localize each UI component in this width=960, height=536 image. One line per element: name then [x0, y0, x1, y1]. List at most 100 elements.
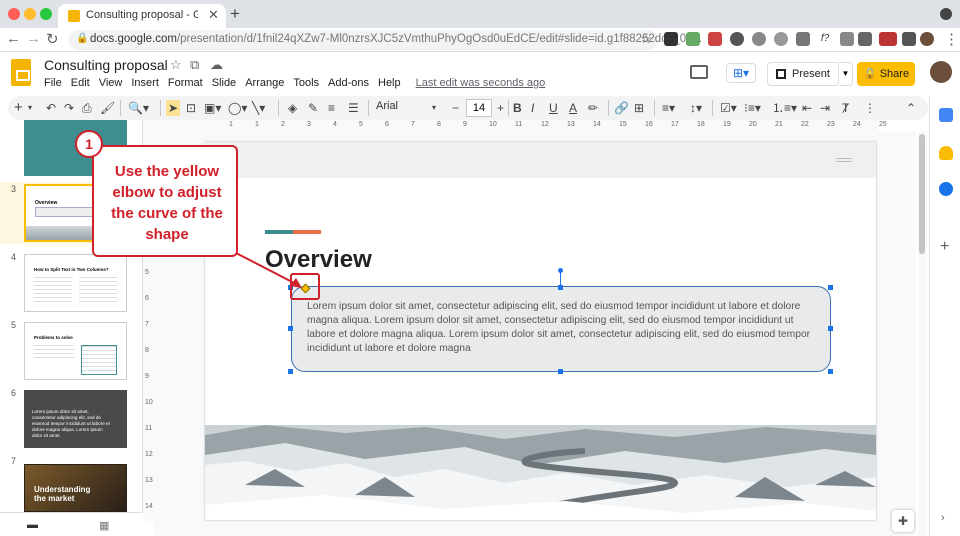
shape-icon[interactable]: ◯▾: [228, 100, 247, 116]
profile-avatar[interactable]: [920, 32, 934, 46]
document-title[interactable]: Consulting proposal: [44, 57, 168, 73]
forward-icon[interactable]: →: [26, 30, 41, 47]
scrollbar-thumb[interactable]: [919, 134, 925, 254]
checklist-icon[interactable]: ☑▾: [720, 100, 737, 116]
menu-tools[interactable]: Tools: [293, 77, 319, 93]
slide-thumbnail-7[interactable]: Understanding the market: [24, 464, 127, 512]
numbered-list-icon[interactable]: ⒈≡▾: [772, 100, 797, 116]
zoom-icon[interactable]: 🔍▾: [128, 100, 149, 116]
extension-icon[interactable]: [879, 32, 897, 46]
formula-extension-icon[interactable]: f?: [818, 32, 832, 46]
collapse-toolbar-icon[interactable]: ⌃: [906, 100, 916, 116]
last-edit-link[interactable]: Last edit was seconds ago: [416, 77, 546, 93]
close-tab-icon[interactable]: ✕: [208, 7, 219, 23]
menu-file[interactable]: File: [44, 77, 62, 93]
menu-help[interactable]: Help: [378, 77, 401, 93]
image-icon[interactable]: ▣▾: [204, 100, 221, 116]
decrease-indent-icon[interactable]: ⇤: [802, 100, 812, 116]
paint-format-icon[interactable]: 🖌: [100, 100, 115, 116]
bold-button[interactable]: B: [513, 100, 522, 116]
back-icon[interactable]: ←: [6, 30, 21, 47]
resize-handle-bottom-left[interactable]: [288, 369, 293, 374]
snowy-road-image[interactable]: [205, 425, 876, 520]
extension-icon[interactable]: [774, 32, 788, 46]
extension-icon[interactable]: [664, 32, 678, 46]
add-ons-plus-icon[interactable]: +: [940, 238, 949, 256]
select-cursor-icon[interactable]: ➤: [166, 100, 181, 116]
fill-color-icon[interactable]: ◈: [288, 100, 297, 116]
slide-thumbnail-6[interactable]: Lorem ipsum dolor sit amet, consectetur …: [24, 390, 127, 448]
comment-icon[interactable]: ⊞: [634, 100, 644, 116]
menu-addons[interactable]: Add-ons: [328, 77, 369, 93]
present-dropdown-icon[interactable]: ▼: [839, 62, 853, 86]
text-color-button[interactable]: A: [569, 100, 577, 116]
extension-icon[interactable]: [686, 32, 700, 46]
rotation-handle[interactable]: [558, 268, 563, 273]
side-panel-expand-icon[interactable]: ›: [941, 512, 945, 524]
new-slide-dropdown-icon[interactable]: ▾: [28, 100, 32, 116]
filmstrip-view-icon[interactable]: ▬: [27, 519, 38, 531]
extension-icon[interactable]: [752, 32, 766, 46]
share-button[interactable]: 🔒 Share: [857, 62, 915, 86]
extensions-puzzle-icon[interactable]: [902, 32, 916, 46]
shape-body-text[interactable]: Lorem ipsum dolor sit amet, consectetur …: [307, 300, 819, 356]
font-dropdown-icon[interactable]: ▾: [432, 100, 436, 116]
tab-search-icon[interactable]: [940, 8, 952, 20]
link-icon[interactable]: 🔗: [614, 100, 629, 116]
bulleted-list-icon[interactable]: ⁝≡▾: [744, 100, 761, 116]
print-icon[interactable]: ⎙: [82, 100, 92, 116]
extension-icon[interactable]: [858, 32, 872, 46]
align-icon[interactable]: ≡▾: [662, 100, 675, 116]
menu-arrange[interactable]: Arrange: [245, 77, 284, 93]
font-size-input[interactable]: 14: [466, 99, 492, 117]
calendar-icon[interactable]: [939, 108, 953, 122]
minimize-window-button[interactable]: [24, 8, 36, 20]
present-button[interactable]: Present: [767, 62, 839, 86]
resize-handle-top-right[interactable]: [828, 285, 833, 290]
maximize-window-button[interactable]: [40, 8, 52, 20]
new-tab-button[interactable]: +: [230, 4, 240, 24]
clear-formatting-icon[interactable]: Ⱦ: [842, 100, 849, 116]
border-weight-icon[interactable]: ≡: [328, 100, 335, 116]
more-options-icon[interactable]: ⋮: [864, 100, 876, 116]
extension-icon[interactable]: [796, 32, 810, 46]
browser-menu-icon[interactable]: ⋮: [944, 30, 959, 48]
highlight-color-icon[interactable]: ✏: [588, 100, 598, 116]
border-color-icon[interactable]: ✎: [308, 100, 318, 116]
menu-slide[interactable]: Slide: [212, 77, 236, 93]
new-slide-icon[interactable]: +: [14, 100, 23, 116]
slide-canvas[interactable]: Overview Lorem ipsum dolor sit amet, con…: [205, 142, 876, 520]
resize-handle-bottom-right[interactable]: [828, 369, 833, 374]
close-window-button[interactable]: [8, 8, 20, 20]
line-spacing-icon[interactable]: ↕▾: [690, 100, 702, 116]
keep-icon[interactable]: [939, 146, 953, 160]
slide-thumbnail-5[interactable]: Problems to solve: [24, 322, 127, 380]
grid-view-icon[interactable]: ▦: [99, 519, 109, 532]
browser-tab[interactable]: Consulting proposal - Google S ✕: [58, 4, 226, 28]
tasks-icon[interactable]: [939, 182, 953, 196]
underline-button[interactable]: U: [549, 100, 558, 116]
url-bar[interactable]: 🔒 docs.google.com/presentation/d/1fnil24…: [68, 30, 702, 50]
menu-edit[interactable]: Edit: [71, 77, 90, 93]
comment-history-icon[interactable]: [690, 65, 708, 79]
new-slide-with-layout-button[interactable]: ⊞▾: [726, 63, 756, 83]
extension-icon[interactable]: [840, 32, 854, 46]
bookmark-star-icon[interactable]: ☆: [640, 31, 652, 47]
extension-icon[interactable]: [708, 32, 722, 46]
increase-font-size-icon[interactable]: +: [497, 100, 504, 116]
extension-icon[interactable]: [730, 32, 744, 46]
italic-button[interactable]: I: [531, 100, 534, 116]
border-dash-icon[interactable]: ☰: [348, 100, 359, 116]
resize-handle-right[interactable]: [828, 326, 833, 331]
resize-handle-bottom[interactable]: [558, 369, 563, 374]
reload-icon[interactable]: ↻: [46, 30, 59, 48]
menu-view[interactable]: View: [99, 77, 123, 93]
slide-thumbnail-4[interactable]: How to Split Text in Two Columns?: [24, 254, 127, 312]
explore-icon[interactable]: ✚: [892, 510, 914, 532]
increase-indent-icon[interactable]: ⇥: [820, 100, 830, 116]
menu-insert[interactable]: Insert: [131, 77, 159, 93]
font-family-select[interactable]: Arial: [376, 100, 438, 112]
star-icon[interactable]: ☆: [170, 57, 182, 73]
decrease-font-size-icon[interactable]: −: [452, 100, 459, 116]
resize-handle-left[interactable]: [288, 326, 293, 331]
